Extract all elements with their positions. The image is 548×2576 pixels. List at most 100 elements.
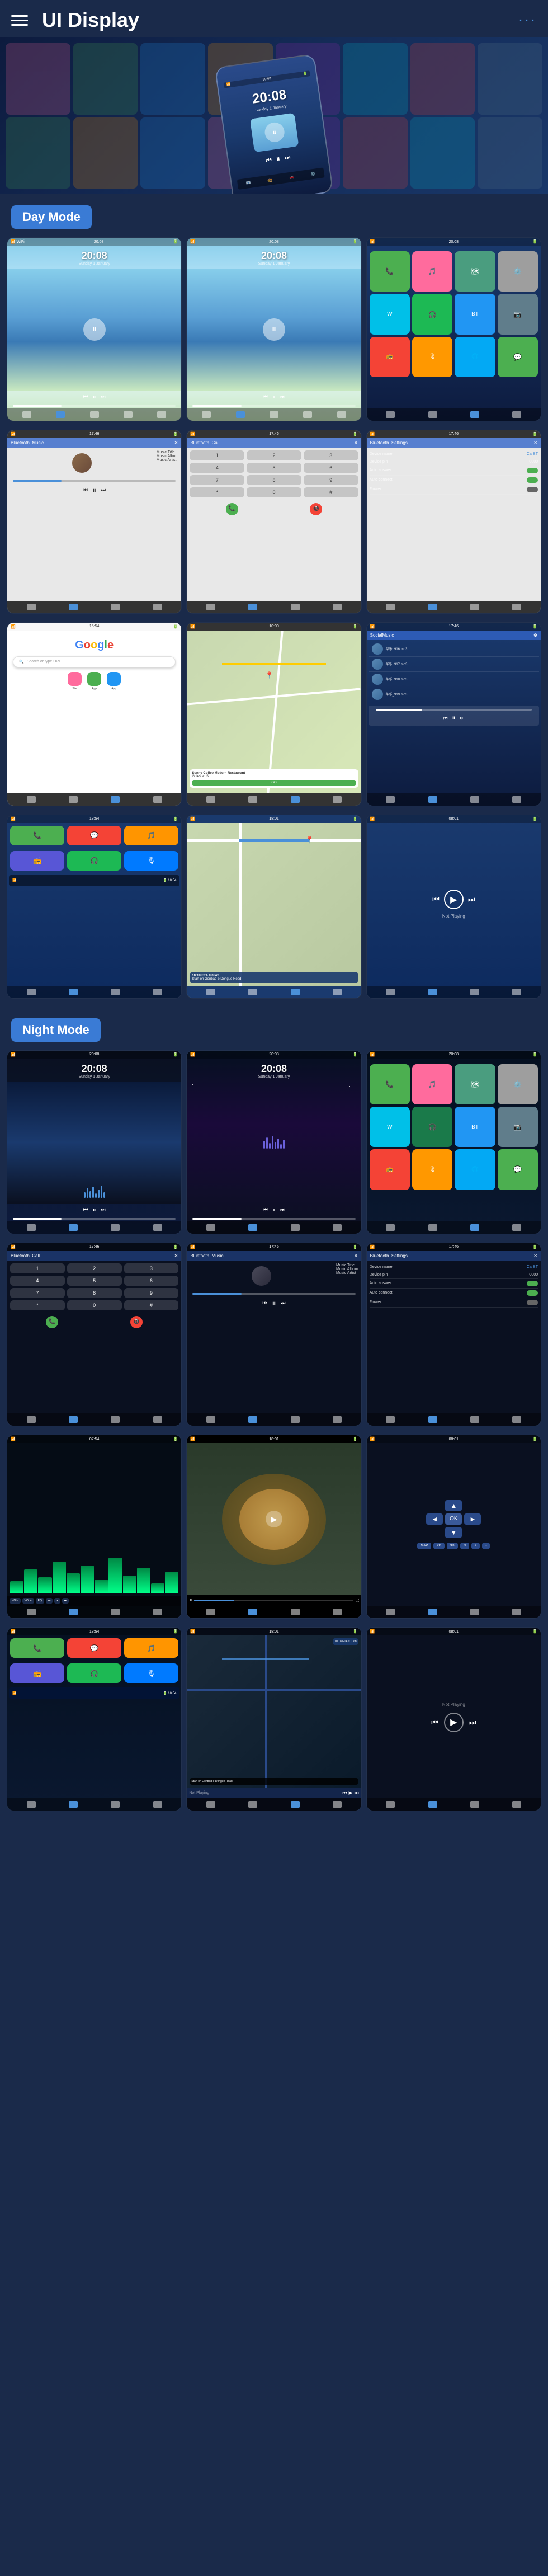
quick-link-2[interactable]: App (87, 672, 101, 690)
auto-answer-toggle[interactable] (527, 468, 538, 473)
app-blue[interactable]: 🌐 (455, 337, 495, 377)
n6-flower-toggle[interactable] (527, 1300, 538, 1305)
n3-blue[interactable]: 🌐 (455, 1149, 495, 1190)
n3-waze[interactable]: W (370, 1107, 410, 1147)
bt-prev[interactable]: ⏮ (83, 487, 88, 493)
np-next[interactable]: ⏭ (468, 895, 475, 904)
dial-3[interactable]: 3 (304, 450, 358, 460)
n3-settings[interactable]: ⚙️ (498, 1064, 538, 1104)
n8-video-fullscreen[interactable]: ⛶ (356, 1598, 359, 1604)
app-red[interactable]: 📻 (370, 337, 410, 377)
social-prev[interactable]: ⏮ (443, 715, 447, 721)
social-item-2[interactable]: 华乐_917.mp3 (369, 657, 539, 672)
quick-link-1[interactable]: Site (68, 672, 82, 690)
n4-dial-1[interactable]: 1 (10, 1263, 65, 1273)
n7-ctrl-6[interactable]: ⏭ (62, 1598, 69, 1604)
n1-play[interactable]: ⏸ (93, 1206, 96, 1214)
n4-dial-2[interactable]: 2 (67, 1263, 122, 1273)
n4-dial-9[interactable]: 9 (124, 1288, 179, 1298)
n6-auto-answer-toggle[interactable] (527, 1281, 538, 1286)
np-prev[interactable]: ⏮ (432, 895, 440, 904)
call-btn[interactable]: 📞 (226, 503, 238, 515)
n11-prev[interactable]: ⏮ (343, 1790, 347, 1796)
n6-auto-connect-toggle[interactable] (527, 1290, 538, 1296)
n9-func-1[interactable]: MAP (417, 1543, 431, 1549)
app-maps[interactable]: 🗺 (455, 251, 495, 292)
n1-prev[interactable]: ⏮ (83, 1207, 88, 1213)
bt-call-close[interactable]: ✕ (354, 440, 358, 445)
n10-purple[interactable]: 📻 (10, 1663, 64, 1683)
n10-spotify[interactable]: 🎧 (67, 1663, 121, 1683)
s10-orange[interactable]: 🎵 (124, 826, 178, 845)
np-play-btn[interactable]: ▶ (444, 890, 464, 909)
n4-call-btn[interactable]: 📞 (46, 1316, 58, 1328)
n7-ctrl-3[interactable]: EQ (36, 1598, 44, 1604)
n10-blue[interactable]: 🎙 (124, 1663, 178, 1683)
s10-blue[interactable]: 🎙 (124, 851, 178, 871)
n3-bt[interactable]: BT (455, 1107, 495, 1147)
n4-hangup-btn[interactable]: 📵 (130, 1316, 143, 1328)
app-phone[interactable]: 📞 (370, 251, 410, 292)
n4-dial-5[interactable]: 5 (67, 1276, 122, 1286)
dial-4[interactable]: 4 (190, 463, 244, 473)
n11-next[interactable]: ⏭ (355, 1790, 359, 1796)
bt-music-close[interactable]: ✕ (174, 440, 178, 445)
s10-purple[interactable]: 📻 (10, 851, 64, 871)
n7-ctrl-5[interactable]: ⏸ (54, 1598, 60, 1604)
social-settings-icon[interactable]: ⚙ (533, 633, 537, 638)
n9-ok-btn[interactable]: OK (445, 1513, 462, 1525)
social-next[interactable]: ⏭ (460, 715, 464, 721)
n3-orange[interactable]: 🎙 (412, 1149, 452, 1190)
n9-func-2[interactable]: 2D (433, 1543, 445, 1549)
n9-zoom-out[interactable]: - (482, 1543, 490, 1549)
n4-dial-7[interactable]: 7 (10, 1288, 65, 1298)
n5-prev[interactable]: ⏮ (262, 1300, 267, 1306)
hangup-btn[interactable]: 📵 (310, 503, 322, 515)
n3-camera[interactable]: 📷 (498, 1107, 538, 1147)
auto-connect-toggle[interactable] (527, 477, 538, 483)
dial-7[interactable]: 7 (190, 475, 244, 485)
s10-phone[interactable]: 📞 (10, 826, 64, 845)
n5-play[interactable]: ⏸ (272, 1299, 276, 1308)
s10-spotify[interactable]: 🎧 (67, 851, 121, 871)
n10-orange[interactable]: 🎵 (124, 1638, 178, 1658)
n6-settings-close[interactable]: ✕ (533, 1253, 537, 1258)
bt-play[interactable]: ⏸ (92, 486, 96, 495)
bt-settings-close[interactable]: ✕ (533, 440, 537, 445)
n9-func-3[interactable]: 3D (447, 1543, 458, 1549)
n9-func-4[interactable]: N (460, 1543, 469, 1549)
bt-next[interactable]: ⏭ (101, 487, 106, 493)
dial-5[interactable]: 5 (247, 463, 301, 473)
n9-zoom-in[interactable]: + (471, 1543, 480, 1549)
n3-red[interactable]: 📻 (370, 1149, 410, 1190)
app-settings[interactable]: ⚙️ (498, 251, 538, 292)
n4-call-close[interactable]: ✕ (174, 1253, 178, 1258)
n4-dial-6[interactable]: 6 (124, 1276, 179, 1286)
google-search[interactable]: 🔍 Search or type URL (13, 656, 176, 667)
n3-phone[interactable]: 📞 (370, 1064, 410, 1104)
n4-dial-4[interactable]: 4 (10, 1276, 65, 1286)
n10-msg[interactable]: 💬 (67, 1638, 121, 1658)
quick-link-3[interactable]: App (107, 672, 121, 690)
n12-prev[interactable]: ⏮ (431, 1718, 438, 1727)
n3-music[interactable]: 🎵 (412, 1064, 452, 1104)
flower-toggle[interactable] (527, 487, 538, 492)
n4-dial-star[interactable]: * (10, 1300, 65, 1310)
n5-next[interactable]: ⏭ (280, 1300, 285, 1306)
dial-6[interactable]: 6 (304, 463, 358, 473)
n2-next[interactable]: ⏭ (280, 1207, 285, 1213)
app-msg[interactable]: 💬 (498, 337, 538, 377)
dial-9[interactable]: 9 (304, 475, 358, 485)
n7-ctrl-2[interactable]: VOL+ (22, 1598, 34, 1604)
n5-music-close[interactable]: ✕ (354, 1253, 358, 1258)
dial-star[interactable]: * (190, 487, 244, 497)
dial-2[interactable]: 2 (247, 450, 301, 460)
n2-prev[interactable]: ⏮ (263, 1207, 268, 1213)
s10-msg[interactable]: 💬 (67, 826, 121, 845)
n3-spotify[interactable]: 🎧 (412, 1107, 452, 1147)
social-play[interactable]: ⏸ (452, 714, 456, 722)
n9-down-btn[interactable]: ▼ (445, 1527, 462, 1538)
n12-next[interactable]: ⏭ (469, 1718, 476, 1727)
dial-8[interactable]: 8 (247, 475, 301, 485)
social-item-4[interactable]: 华乐_919.mp3 (369, 687, 539, 702)
